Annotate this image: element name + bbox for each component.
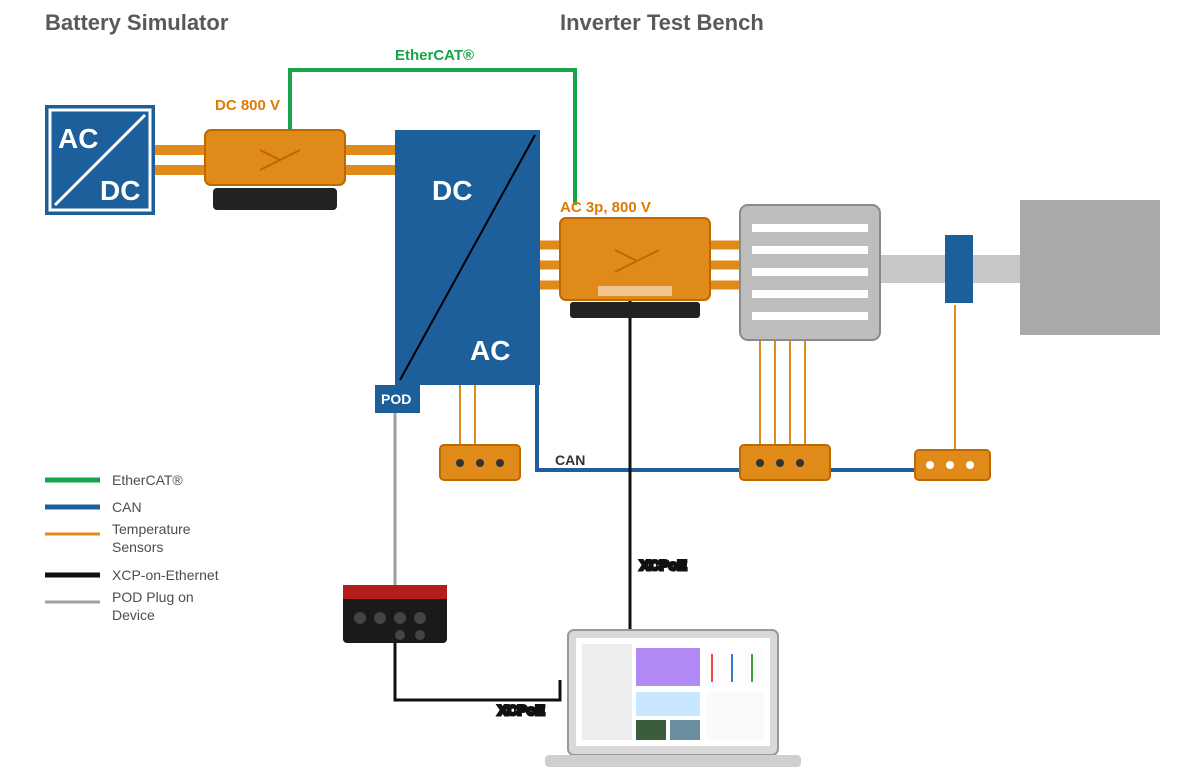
xcpoe-label-1: XCPoE — [640, 557, 687, 573]
load-block — [1020, 200, 1160, 335]
legend-ethercat: EtherCAT® — [112, 472, 183, 488]
sensor-module-2 — [740, 445, 830, 480]
acdc-dc: DC — [100, 175, 140, 206]
xcp-device — [343, 585, 447, 643]
ac-junction-box — [560, 218, 710, 318]
acdc-block: AC DC — [45, 105, 155, 215]
inverter-block: DC AC POD — [375, 130, 540, 413]
pod-label: POD — [381, 391, 411, 407]
driveline — [875, 235, 1035, 303]
legend-pod-1: POD Plug on — [112, 589, 194, 605]
ac3p-label: AC 3p, 800 V — [560, 199, 651, 216]
inv-ac: AC — [470, 335, 510, 366]
title-left: Battery Simulator — [45, 10, 229, 35]
ethercat-label: EtherCAT® — [395, 47, 474, 64]
legend-can: CAN — [112, 499, 142, 515]
title-right: Inverter Test Bench — [560, 10, 764, 35]
can-label: CAN — [555, 452, 585, 468]
inv-dc: DC — [432, 175, 472, 206]
laptop — [545, 630, 801, 767]
legend-xcp: XCP-on-Ethernet — [112, 567, 219, 583]
motor — [740, 205, 880, 340]
legend-temp-2: Sensors — [112, 539, 163, 555]
dc-junction-box — [205, 130, 345, 210]
legend: EtherCAT® CAN Temperature Sensors XCP-on… — [45, 472, 219, 623]
xcpoe-label-2: XCPoE — [498, 702, 545, 718]
sensor-module-3 — [915, 450, 990, 480]
legend-temp-1: Temperature — [112, 521, 191, 537]
acdc-ac: AC — [58, 123, 98, 154]
dc800-label: DC 800 V — [215, 97, 280, 114]
legend-pod-2: Device — [112, 607, 155, 623]
sensor-module-1 — [440, 445, 520, 480]
